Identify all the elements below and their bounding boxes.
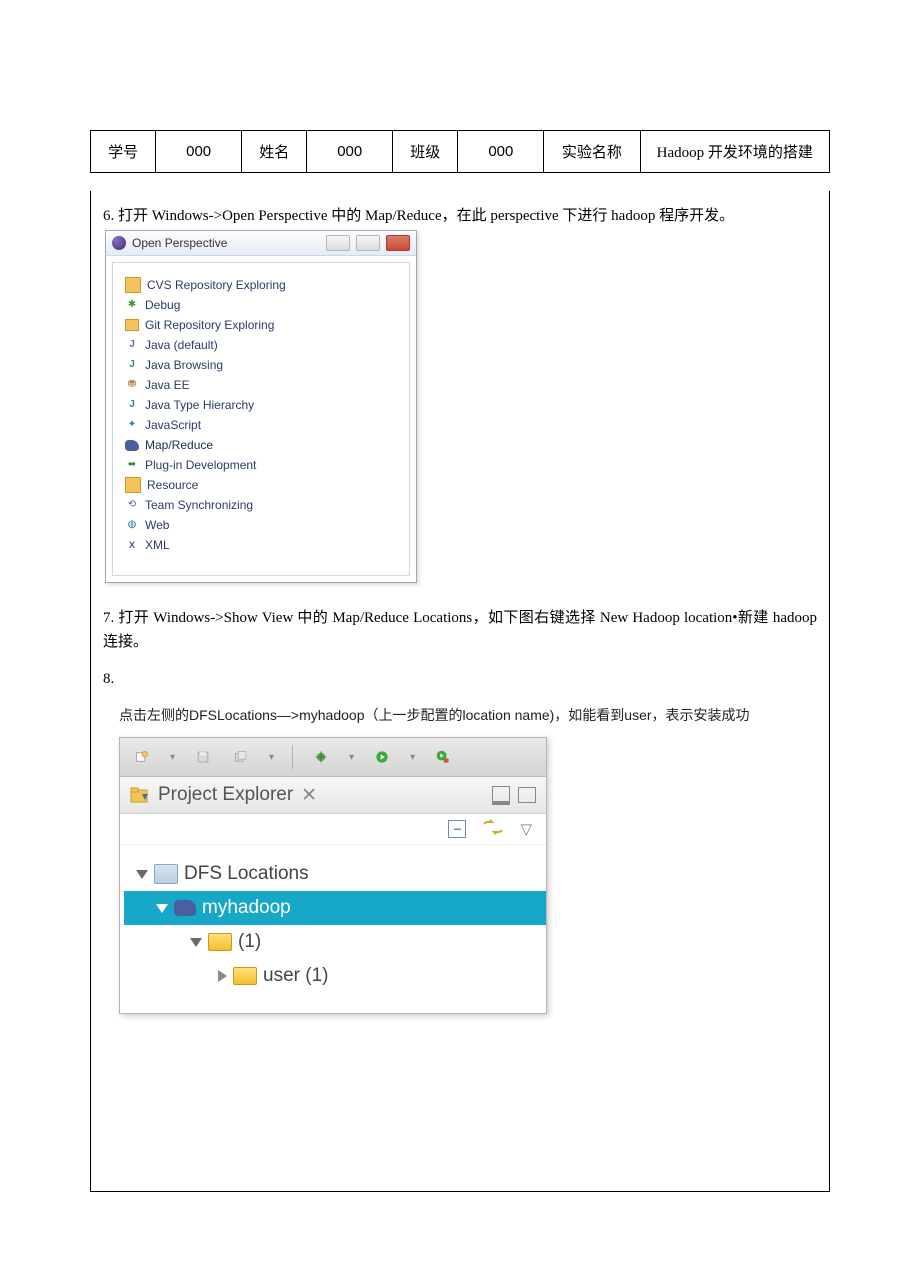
- run-last-icon[interactable]: [433, 747, 453, 767]
- body-wrap: 6. 打开 Windows->Open Perspective 中的 Map/R…: [90, 191, 830, 1192]
- view-menu-icon[interactable]: ▽: [520, 820, 532, 838]
- name-value: 000: [307, 131, 393, 173]
- dfs-note: 点击左侧的DFSLocations—>myhadoop（上一步配置的locati…: [119, 705, 817, 725]
- save-icon[interactable]: [193, 747, 213, 767]
- perspective-item-java[interactable]: JJava (default): [123, 335, 403, 355]
- perspective-item-team[interactable]: ⟲Team Synchronizing: [123, 495, 403, 515]
- new-wizard-icon[interactable]: [132, 747, 152, 767]
- run-icon[interactable]: [372, 747, 392, 767]
- minimize-view-icon[interactable]: [492, 786, 510, 805]
- minimize-button[interactable]: [326, 235, 350, 251]
- debug-icon[interactable]: [311, 747, 331, 767]
- perspective-item-plugin[interactable]: ⬌Plug-in Development: [123, 455, 403, 475]
- expand-icon[interactable]: [136, 870, 148, 879]
- step-6: 6. 打开 Windows->Open Perspective 中的 Map/R…: [103, 205, 817, 228]
- maximize-button[interactable]: [356, 235, 380, 251]
- tree-folder-user[interactable]: user (1): [130, 959, 540, 993]
- java-browsing-icon: J: [125, 358, 139, 372]
- tree-connection[interactable]: myhadoop: [124, 891, 546, 925]
- class-value: 000: [458, 131, 544, 173]
- perspective-item-cvs[interactable]: CVS Repository Exploring: [123, 275, 403, 295]
- perspective-item-java-ee[interactable]: ⛃Java EE: [123, 375, 403, 395]
- toolbar-separator: [292, 745, 293, 769]
- sid-label: 学号: [91, 131, 156, 173]
- folder-icon: [233, 967, 257, 985]
- link-editor-icon[interactable]: [482, 818, 504, 840]
- dialog-title: Open Perspective: [132, 236, 227, 250]
- javascript-icon: ✦: [125, 418, 139, 432]
- tree-root[interactable]: DFS Locations: [130, 857, 540, 891]
- project-explorer-subtoolbar: − ▽: [120, 814, 546, 845]
- name-label: 姓名: [242, 131, 307, 173]
- folder2-label: user (1): [263, 959, 328, 993]
- collapse-all-icon[interactable]: −: [448, 820, 466, 838]
- eclipse-icon: [112, 236, 126, 250]
- project-explorer-panel: ▾ ▾ ▾ ▾: [119, 737, 547, 1014]
- step-7: 7. 打开 Windows->Show View 中的 Map/Reduce L…: [103, 607, 817, 654]
- expand-icon[interactable]: [190, 938, 202, 947]
- mapreduce-icon: [125, 438, 139, 452]
- connection-label: myhadoop: [202, 891, 291, 925]
- bug-icon: ✱: [125, 298, 139, 312]
- class-label: 班级: [393, 131, 458, 173]
- step-8: 8.: [103, 668, 817, 691]
- folder-nav-icon: [130, 786, 150, 804]
- exp-label: 实验名称: [544, 131, 640, 173]
- perspective-item-web[interactable]: ◍Web: [123, 515, 403, 535]
- perspective-item-resource[interactable]: Resource: [123, 475, 403, 495]
- xml-icon: X: [125, 538, 139, 552]
- hadoop-icon: [174, 900, 196, 916]
- hierarchy-icon: J: [125, 398, 139, 412]
- perspective-item-git[interactable]: Git Repository Exploring: [123, 315, 403, 335]
- collapse-icon[interactable]: [218, 970, 227, 982]
- close-button[interactable]: [386, 235, 410, 251]
- tree-folder-1[interactable]: (1): [130, 925, 540, 959]
- project-explorer-label: Project Explorer: [158, 784, 293, 806]
- javaee-icon: ⛃: [125, 378, 139, 392]
- sid-value: 000: [156, 131, 242, 173]
- resource-icon: [125, 477, 141, 493]
- java-icon: J: [125, 338, 139, 352]
- folder-icon: [208, 933, 232, 951]
- perspective-item-java-type-hierarchy[interactable]: JJava Type Hierarchy: [123, 395, 403, 415]
- open-perspective-dialog: Open Perspective CVS Repository Explorin…: [105, 230, 417, 583]
- team-icon: ⟲: [125, 498, 139, 512]
- folder1-label: (1): [238, 925, 261, 959]
- dfs-tree: DFS Locations myhadoop (1) user (1): [120, 845, 546, 1013]
- header-table: 学号 000 姓名 000 班级 000 实验名称 Hadoop 开发环境的搭建: [90, 130, 830, 173]
- perspective-list: CVS Repository Exploring ✱Debug Git Repo…: [112, 262, 410, 576]
- dfs-locations-label: DFS Locations: [184, 857, 309, 891]
- project-explorer-tab[interactable]: Project Explorer ✕: [120, 777, 546, 814]
- perspective-item-xml[interactable]: XXML: [123, 535, 403, 555]
- plugin-icon: ⬌: [125, 458, 139, 472]
- web-icon: ◍: [125, 518, 139, 532]
- maximize-view-icon[interactable]: [518, 787, 536, 803]
- git-icon: [125, 318, 139, 332]
- exp-value: Hadoop 开发环境的搭建: [640, 131, 829, 173]
- perspective-item-mapreduce[interactable]: Map/Reduce: [123, 435, 403, 455]
- perspective-item-debug[interactable]: ✱Debug: [123, 295, 403, 315]
- perspective-item-javascript[interactable]: ✦JavaScript: [123, 415, 403, 435]
- cvs-icon: [125, 277, 141, 293]
- dialog-titlebar: Open Perspective: [106, 231, 416, 256]
- expand-icon[interactable]: [156, 904, 168, 913]
- perspective-item-java-browsing[interactable]: JJava Browsing: [123, 355, 403, 375]
- dfs-locations-icon: [154, 864, 178, 884]
- eclipse-toolbar: ▾ ▾ ▾ ▾: [120, 738, 546, 777]
- save-all-icon[interactable]: [231, 747, 251, 767]
